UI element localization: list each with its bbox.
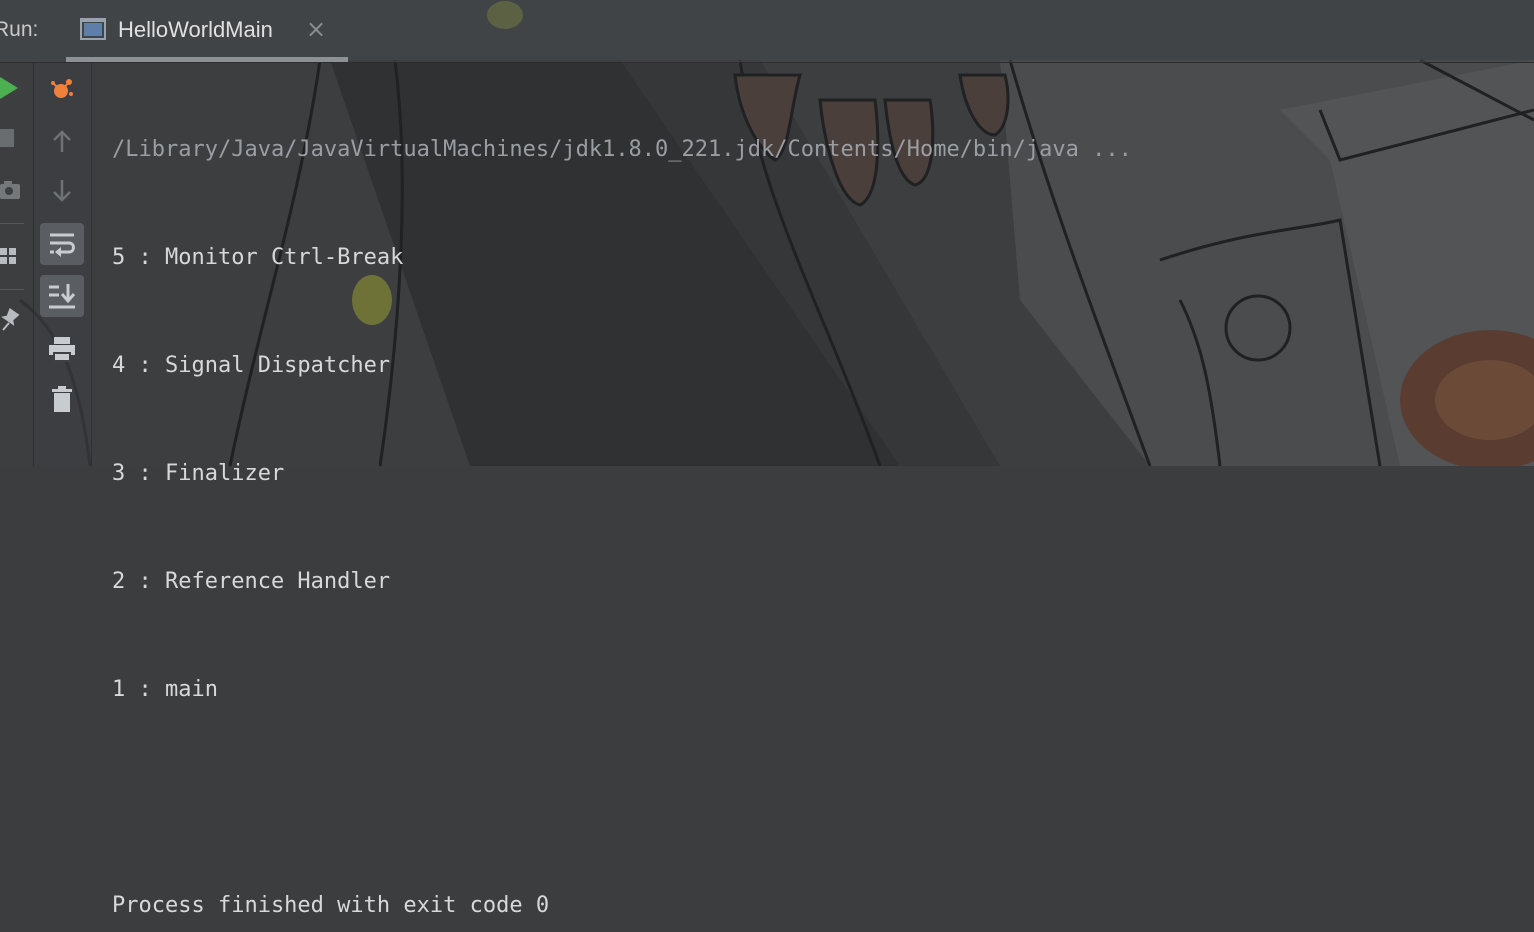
tab-title: HelloWorldMain [118, 17, 273, 42]
console-output[interactable]: /Library/Java/JavaVirtualMachines/jdk1.8… [112, 60, 1132, 932]
toolbar-separator [0, 223, 24, 224]
run-side-toolbar [0, 63, 34, 466]
close-icon[interactable]: × [306, 15, 326, 43]
console-line: 4 : Signal Dispatcher [112, 353, 391, 378]
arrow-up-icon[interactable] [46, 125, 78, 157]
console-line: 2 : Reference Handler [112, 569, 391, 594]
arrow-down-icon[interactable] [46, 175, 78, 207]
console-line: 3 : Finalizer [112, 461, 285, 486]
print-icon[interactable] [46, 333, 78, 365]
run-label: Run: [0, 18, 39, 41]
stop-icon[interactable] [0, 123, 24, 153]
console-command-line[interactable]: /Library/Java/JavaVirtualMachines/jdk1.8… [112, 132, 1132, 168]
pin-icon[interactable] [0, 305, 24, 335]
console-blank-line: ​ [112, 780, 1132, 816]
console-line: 5 : Monitor Ctrl-Break [112, 245, 404, 270]
camera-icon[interactable] [0, 175, 24, 205]
console-line: 1 : main [112, 677, 218, 702]
scroll-to-end-icon[interactable] [40, 275, 84, 317]
console-exit-message: Process finished with exit code 0 [112, 893, 550, 918]
run-tool-window-header: Run: HelloWorldMain × [0, 0, 1534, 63]
soft-wrap-icon[interactable] [40, 223, 84, 265]
console-window-icon [80, 18, 106, 40]
trash-icon[interactable] [46, 383, 78, 415]
layout-icon[interactable] [0, 241, 24, 271]
toolbar-separator [0, 289, 24, 290]
run-icon[interactable] [0, 73, 24, 103]
debug-bug-icon[interactable] [46, 73, 78, 105]
console-toolbar [34, 63, 92, 466]
tab-helloworldmain[interactable]: HelloWorldMain × [66, 0, 348, 62]
